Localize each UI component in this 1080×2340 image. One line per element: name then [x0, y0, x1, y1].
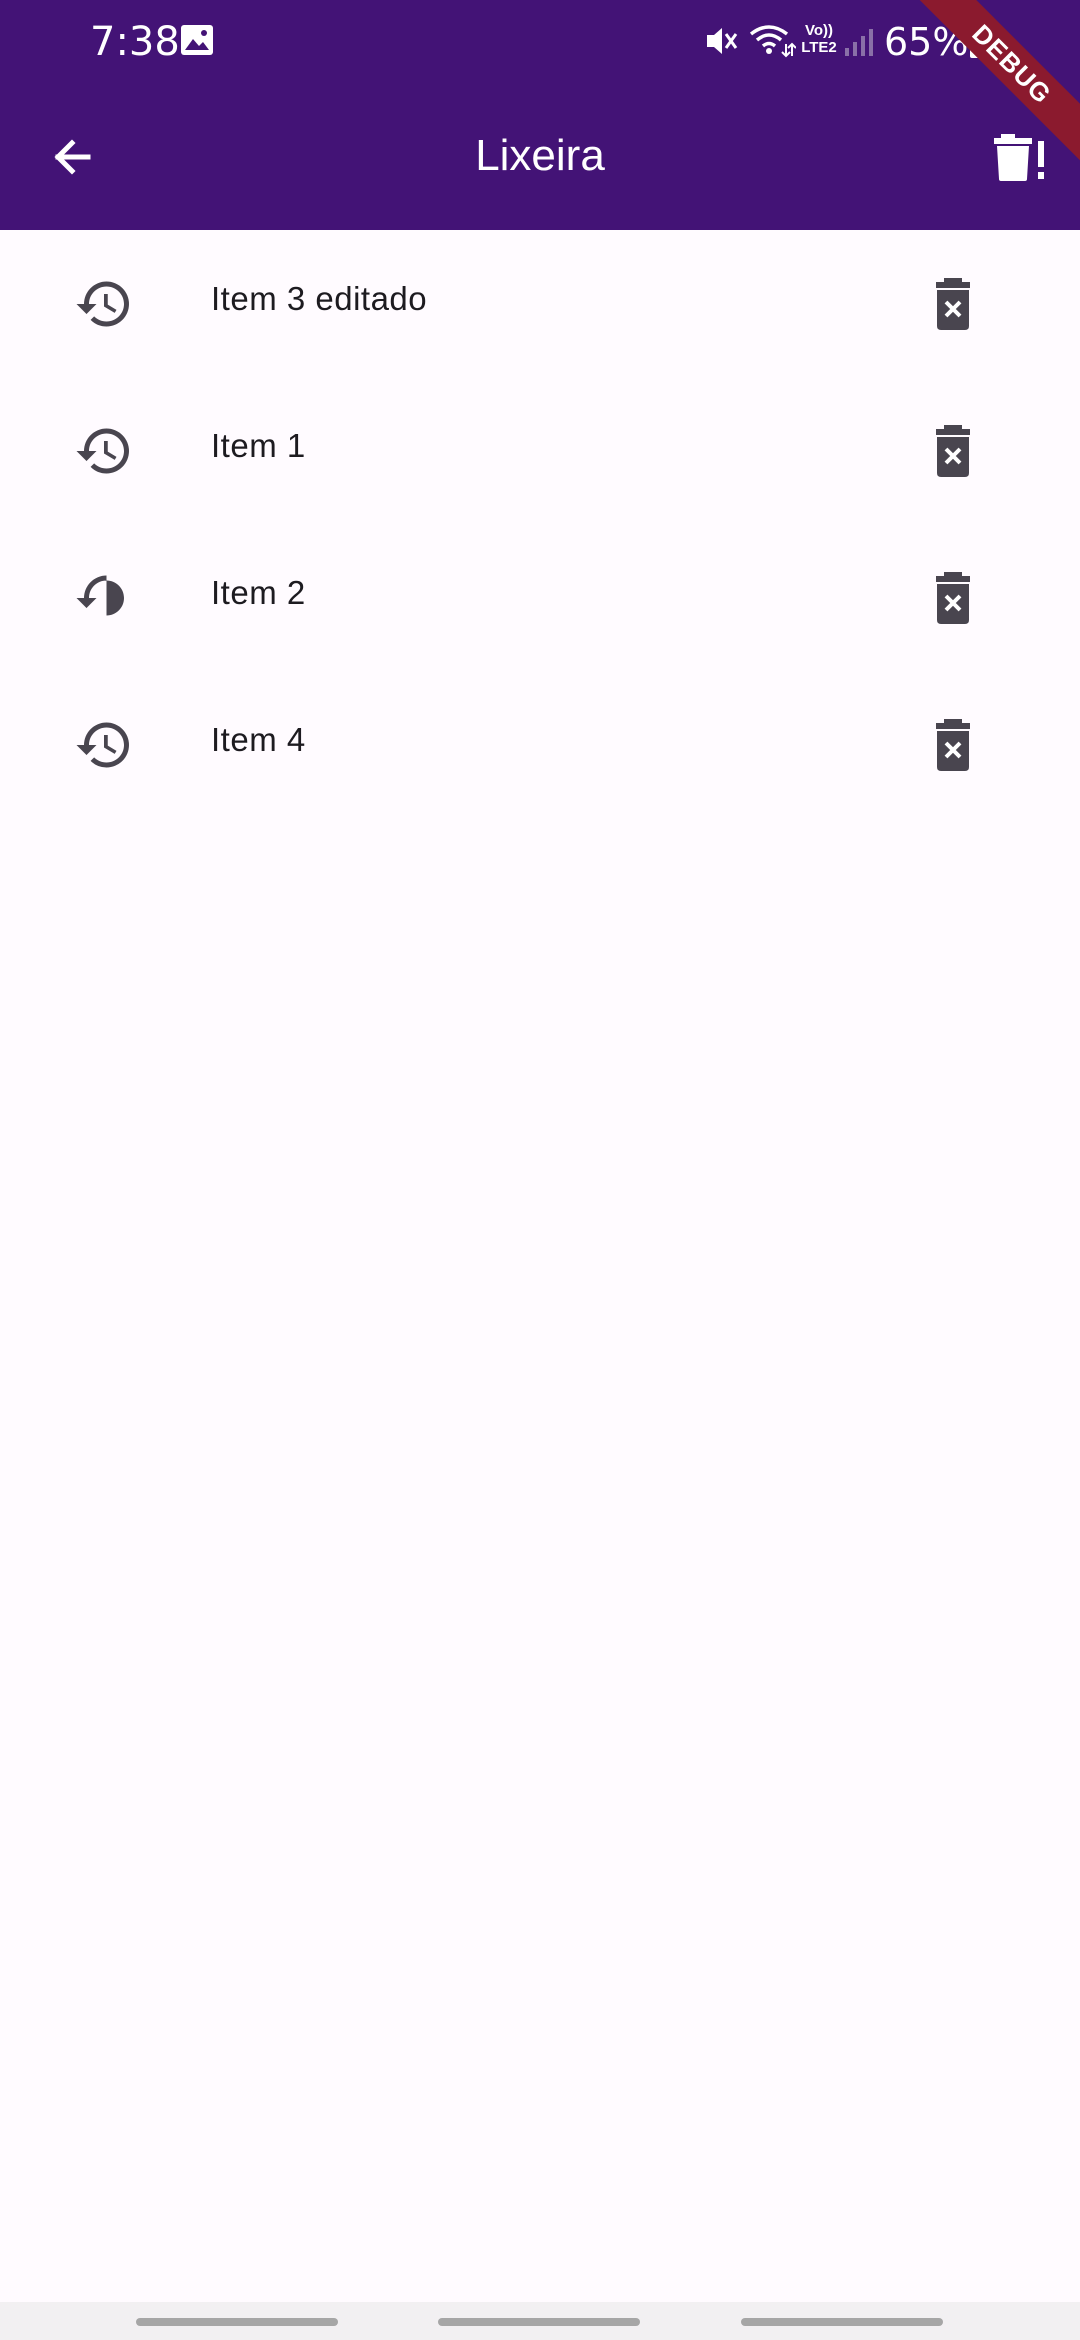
app-bar: Lixeira — [0, 84, 1080, 230]
item-label: Item 1 — [211, 427, 306, 464]
restore-button[interactable] — [58, 263, 150, 345]
delete-button[interactable] — [912, 410, 994, 492]
nav-recents-handle[interactable] — [136, 2318, 338, 2326]
mute-icon — [703, 22, 739, 60]
volte-icon: Vo)) LTE2 — [798, 22, 840, 60]
list-item: Item 3 editado — [0, 230, 1080, 377]
item-label: Item 3 editado — [211, 280, 428, 317]
delete-button[interactable] — [912, 557, 994, 639]
status-time: 7:38 — [90, 19, 180, 65]
trash-list: Item 3 editado Item 1 Item 2 Item 4 — [0, 230, 1080, 818]
empty-trash-button[interactable] — [980, 119, 1060, 195]
delete-x-icon — [936, 719, 970, 771]
system-nav-bar — [0, 2302, 1080, 2340]
volte-top-text: Vo)) — [804, 22, 834, 39]
history-icon — [76, 428, 129, 474]
history-icon — [76, 575, 124, 616]
volte-bottom-text: LTE2 — [801, 39, 837, 56]
delete-x-icon — [936, 425, 970, 477]
list-item: Item 1 — [0, 377, 1080, 524]
item-label: Item 2 — [211, 574, 306, 611]
signal-icon — [843, 26, 875, 58]
item-label: Item 4 — [211, 721, 306, 758]
restore-button[interactable] — [58, 410, 150, 492]
restore-button[interactable] — [58, 704, 150, 786]
delete-button[interactable] — [912, 263, 994, 345]
nav-back-handle[interactable] — [741, 2318, 943, 2326]
delete-x-icon — [936, 278, 970, 330]
history-icon — [76, 281, 129, 327]
delete-button[interactable] — [912, 704, 994, 786]
list-item: Item 2 — [0, 524, 1080, 671]
page-title: Lixeira — [475, 131, 605, 180]
restore-button[interactable] — [58, 557, 150, 639]
history-icon — [76, 722, 129, 768]
gallery-icon — [180, 24, 214, 56]
list-item: Item 4 — [0, 671, 1080, 818]
wifi-icon — [748, 22, 797, 60]
delete-forever-icon — [994, 134, 1044, 181]
nav-home-handle[interactable] — [438, 2318, 640, 2326]
delete-x-icon — [936, 572, 970, 624]
status-bar: 7:38 Vo)) LTE2 65% — [0, 0, 1080, 84]
